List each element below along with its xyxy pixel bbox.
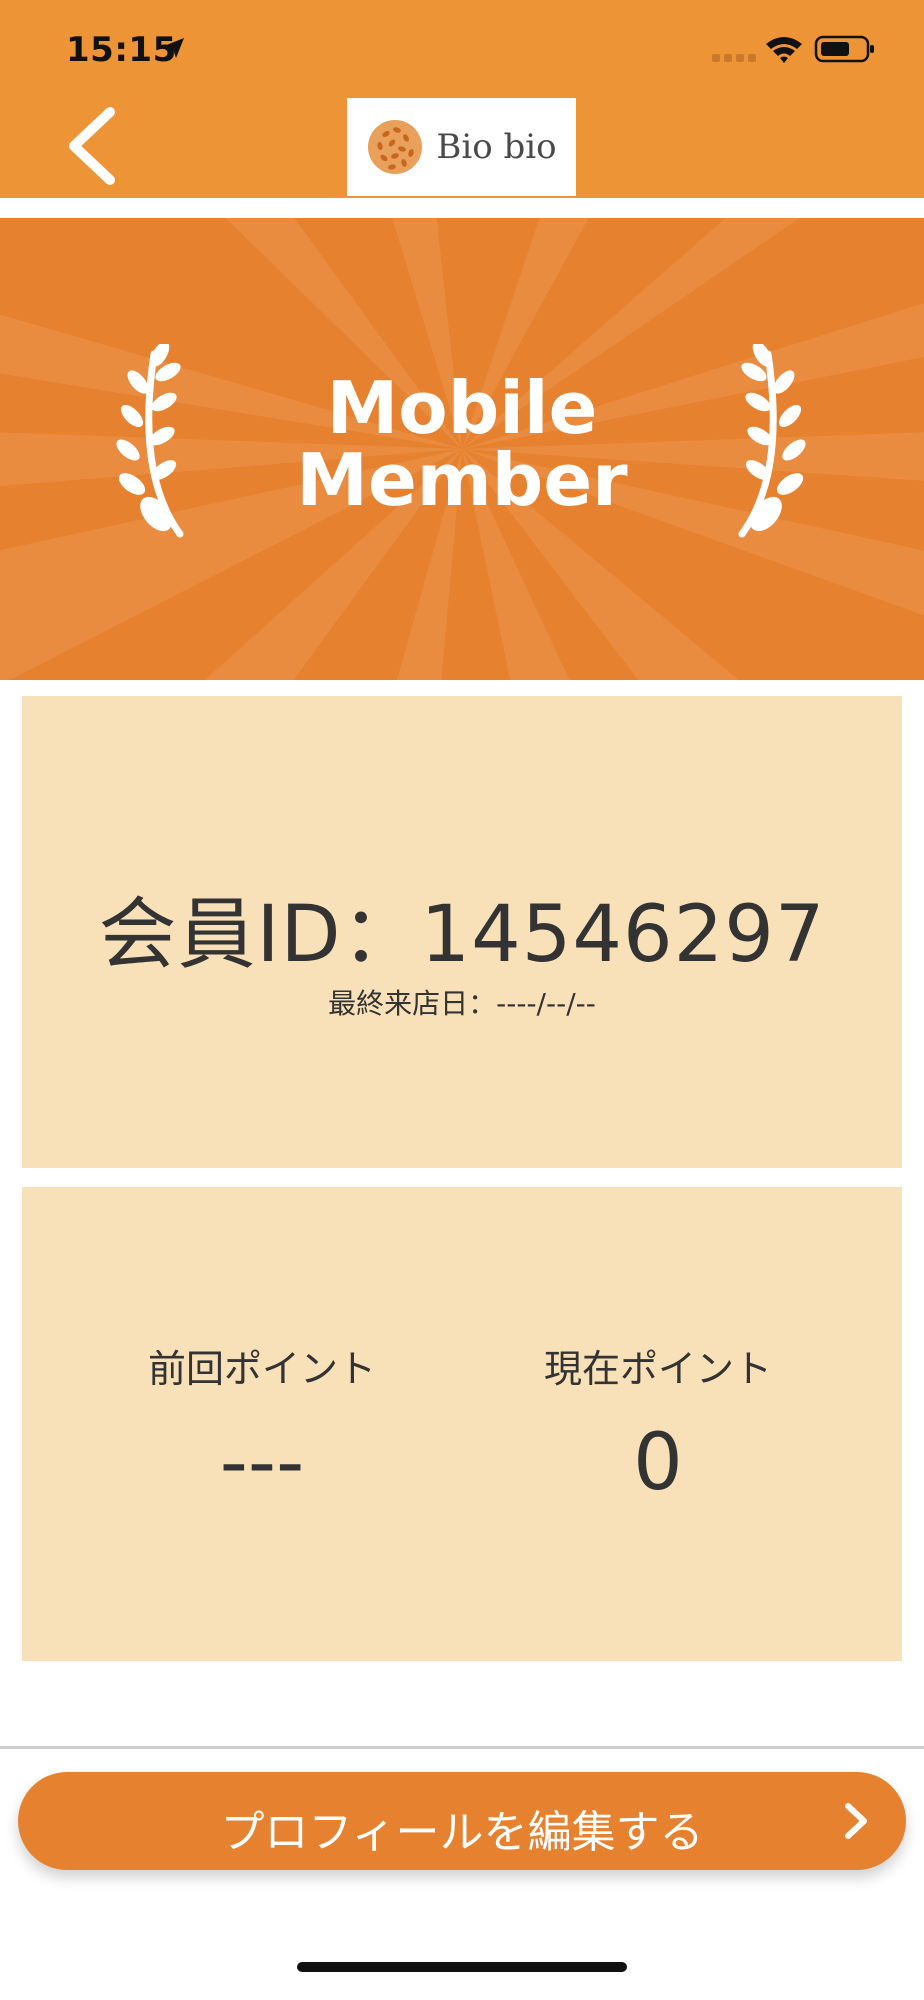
edit-profile-label: プロフィールを編集する <box>220 1807 704 1858</box>
previous-points-label: 前回ポイント <box>147 1347 376 1391</box>
app-header: 15:15 Bio bio <box>0 0 924 198</box>
mobile-member-banner: Mobile Member <box>0 218 924 680</box>
current-points-label: 現在ポイント <box>543 1347 772 1391</box>
status-time: 15:15 <box>66 30 177 70</box>
banner-title-line2: Member <box>296 438 628 522</box>
previous-points-value: --- <box>219 1418 305 1508</box>
home-indicator <box>297 1962 627 1972</box>
brand-logo: Bio bio <box>347 98 576 196</box>
current-points-value: 0 <box>633 1418 683 1508</box>
member-id: 会員ID：14546297 <box>98 890 826 980</box>
footer-divider <box>0 1746 924 1749</box>
last-visit-date: 最終来店日：----/--/-- <box>328 987 596 1020</box>
logo-mark-icon <box>368 120 423 174</box>
chevron-right-icon <box>845 1803 867 1839</box>
cellular-signal-icon <box>712 54 756 62</box>
wifi-icon <box>766 37 802 63</box>
battery-icon <box>814 35 874 63</box>
back-chevron-icon[interactable] <box>60 104 130 188</box>
status-bar: 15:15 <box>0 0 924 100</box>
banner-title: Mobile Member <box>0 372 924 516</box>
location-arrow-icon <box>164 38 184 58</box>
logo-text: Bio bio <box>436 127 557 167</box>
edit-profile-button[interactable]: プロフィールを編集する <box>18 1772 906 1870</box>
banner-title-line1: Mobile <box>326 366 598 450</box>
